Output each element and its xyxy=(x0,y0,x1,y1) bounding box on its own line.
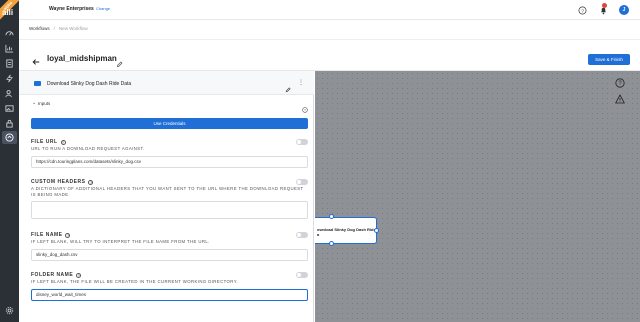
workflows-icon[interactable] xyxy=(2,131,17,144)
file-name-input[interactable]: slinky_dog_dash.csv xyxy=(31,248,308,261)
change-org-link[interactable]: Change xyxy=(96,6,110,11)
help-icon[interactable]: ? xyxy=(65,232,71,238)
breadcrumb-current: New Workflow xyxy=(58,26,88,31)
warning-icon[interactable] xyxy=(614,93,625,104)
file-name-field: FILE NAME? IF LEFT BLANK, WILL TRY TO IN… xyxy=(31,232,308,261)
app-logo[interactable]: alli xyxy=(2,8,17,17)
users-icon[interactable] xyxy=(4,88,15,99)
svg-text:?: ? xyxy=(304,108,306,112)
back-arrow-icon[interactable] xyxy=(32,53,40,65)
image-icon[interactable] xyxy=(4,103,15,114)
custom-headers-input[interactable] xyxy=(31,201,308,219)
dynamic-value-toggle[interactable] xyxy=(296,232,308,238)
lock-icon[interactable] xyxy=(4,118,15,129)
workflow-canvas[interactable]: ? ownload Slinky Dog Dash Ride a xyxy=(315,71,640,322)
more-options-icon[interactable]: ⋮ xyxy=(298,79,304,86)
field-description: URL TO RUN A DOWNLOAD REQUEST AGAINST. xyxy=(31,146,145,151)
svg-text:?: ? xyxy=(618,81,622,87)
edit-pencil-icon[interactable] xyxy=(116,55,123,68)
field-label: FILE NAME xyxy=(31,232,63,238)
breadcrumb: Workflows / New Workflow xyxy=(29,26,88,31)
node-input-port[interactable] xyxy=(329,214,334,219)
help-icon[interactable]: ? xyxy=(577,5,587,15)
dynamic-value-toggle[interactable] xyxy=(296,179,308,185)
help-icon[interactable]: ? xyxy=(88,179,94,185)
folder-name-input[interactable]: disney_world_wait_times xyxy=(31,288,308,301)
notification-badge xyxy=(602,3,607,8)
file-url-input[interactable]: https://cdn.touringplans.com/datasets/sl… xyxy=(31,155,308,168)
inputs-label: Inputs xyxy=(38,101,51,106)
chevron-down-icon: ⌄ xyxy=(32,100,37,106)
workflow-node[interactable]: ownload Slinky Dog Dash Ride a xyxy=(315,217,377,244)
settings-icon[interactable] xyxy=(4,305,15,316)
workflow-title: loyal_midshipman xyxy=(47,54,117,63)
use-credentials-button[interactable]: Use Credentials xyxy=(31,118,308,129)
breadcrumb-workflows[interactable]: Workflows xyxy=(29,26,50,31)
inputs-section-toggle[interactable]: ⌄ Inputs ? xyxy=(19,98,314,113)
edit-step-icon[interactable] xyxy=(285,80,291,93)
custom-headers-field: CUSTOM HEADERS? A DICTIONARY OF ADDITION… xyxy=(31,179,308,219)
step-name: Download Slinky Dog Dash Ride Data xyxy=(47,81,132,87)
node-side-port[interactable] xyxy=(374,228,379,233)
file-url-field: FILE URL? URL TO RUN A DOWNLOAD REQUEST … xyxy=(31,139,308,168)
nav-rail: alpha alli xyxy=(0,0,24,322)
field-label: CUSTOM HEADERS xyxy=(31,179,86,185)
field-description: A DICTIONARY OF ADDITIONAL HEADERS THAT … xyxy=(31,186,304,197)
node-output-port[interactable] xyxy=(329,241,334,246)
info-icon[interactable]: ? xyxy=(302,100,308,118)
field-description: IF LEFT BLANK, WILL TRY TO INTERPRET THE… xyxy=(31,239,210,244)
breadcrumb-separator: / xyxy=(53,26,55,31)
org-name: Wayne Enterprises xyxy=(49,6,94,12)
svg-text:?: ? xyxy=(581,8,584,14)
dynamic-value-toggle[interactable] xyxy=(296,272,308,278)
download-step-icon xyxy=(34,81,41,86)
node-label: ownload Slinky Dog Dash Ride a xyxy=(317,227,376,237)
help-icon[interactable]: ? xyxy=(76,272,82,278)
field-label: FOLDER NAME xyxy=(31,272,74,278)
help-icon[interactable]: ? xyxy=(614,77,625,88)
dashboard-icon[interactable] xyxy=(4,28,15,39)
help-icon[interactable]: ? xyxy=(60,139,66,145)
top-bar: Wayne Enterprises Change ? J xyxy=(19,0,640,20)
flash-icon[interactable] xyxy=(4,73,15,84)
documents-icon[interactable] xyxy=(4,58,15,69)
field-label: FILE URL xyxy=(31,139,58,145)
reports-icon[interactable] xyxy=(4,43,15,54)
field-description: IF LEFT BLANK, THE FILE WILL BE CREATED … xyxy=(31,279,238,284)
divider xyxy=(19,39,640,40)
folder-name-field: FOLDER NAME? IF LEFT BLANK, THE FILE WIL… xyxy=(31,272,308,301)
step-header[interactable]: Download Slinky Dog Dash Ride Data ⋮ xyxy=(19,71,314,95)
save-finish-button[interactable]: Save & Finish xyxy=(588,54,630,65)
avatar[interactable]: J xyxy=(619,5,629,15)
step-config-panel: Download Slinky Dog Dash Ride Data ⋮ ⌄ I… xyxy=(19,71,314,322)
dynamic-value-toggle[interactable] xyxy=(296,139,308,145)
